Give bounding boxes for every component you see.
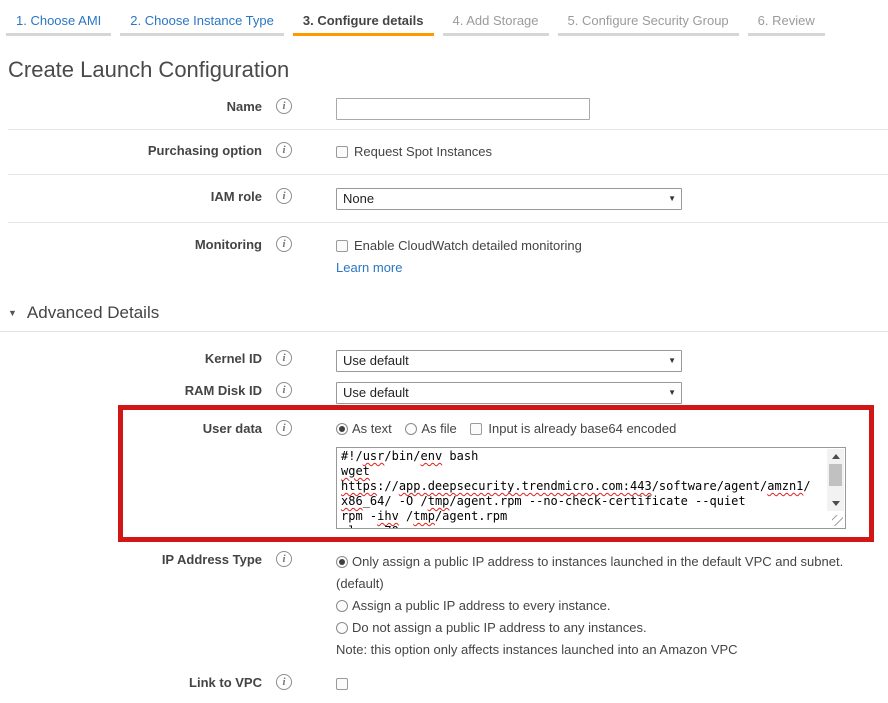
info-icon[interactable] xyxy=(276,382,292,398)
info-icon[interactable] xyxy=(276,142,292,158)
wizard-tabs: 1. Choose AMI 2. Choose Instance Type 3.… xyxy=(0,0,888,36)
as-file-radio[interactable] xyxy=(405,423,417,435)
row-user-data: User data As text As file Input is alrea… xyxy=(0,408,888,543)
scrollbar-thumb[interactable] xyxy=(829,464,842,486)
tab-configure-security-group[interactable]: 5. Configure Security Group xyxy=(558,11,739,36)
advanced-details-header[interactable]: Advanced Details xyxy=(0,303,888,332)
row-monitoring: Monitoring Enable CloudWatch detailed mo… xyxy=(0,223,888,278)
name-label: Name xyxy=(8,96,262,114)
purchasing-option-label: Purchasing option xyxy=(8,140,262,158)
ip-default-vpc-radio[interactable] xyxy=(336,556,348,568)
tab-configure-details[interactable]: 3. Configure details xyxy=(293,11,434,36)
scroll-up-icon[interactable] xyxy=(832,454,840,459)
ip-address-type-note: Note: this option only affects instances… xyxy=(336,639,850,661)
request-spot-instances-checkbox[interactable] xyxy=(336,146,348,158)
link-to-vpc-checkbox[interactable] xyxy=(336,678,348,690)
info-icon[interactable] xyxy=(276,551,292,567)
info-icon[interactable] xyxy=(276,188,292,204)
ip-every-instance-radio[interactable] xyxy=(336,600,348,612)
ip-every-instance-label: Assign a public IP address to every inst… xyxy=(352,598,610,613)
user-data-label: User data xyxy=(0,418,262,436)
learn-more-link[interactable]: Learn more xyxy=(336,258,402,278)
ip-no-instances-radio[interactable] xyxy=(336,622,348,634)
collapse-triangle-icon xyxy=(8,308,17,318)
iam-role-selected-value: None xyxy=(343,189,374,209)
info-icon[interactable] xyxy=(276,98,292,114)
row-name: Name xyxy=(8,89,888,130)
ip-default-vpc-label: Only assign a public IP address to insta… xyxy=(336,554,843,591)
kernel-id-label: Kernel ID xyxy=(0,348,262,366)
base64-encoded-label: Input is already base64 encoded xyxy=(488,421,676,436)
info-icon[interactable] xyxy=(276,236,292,252)
tab-choose-ami[interactable]: 1. Choose AMI xyxy=(6,11,111,36)
ip-address-type-label: IP Address Type xyxy=(0,549,262,567)
ram-disk-id-selected-value: Use default xyxy=(343,383,409,403)
user-data-script: #!/usr/bin/env bashwgethttps://app.deeps… xyxy=(337,448,845,528)
row-ram-disk-id: RAM Disk ID Use default xyxy=(0,376,888,408)
iam-role-label: IAM role xyxy=(8,186,262,204)
enable-cloudwatch-label: Enable CloudWatch detailed monitoring xyxy=(354,238,582,253)
page-title: Create Launch Configuration xyxy=(8,57,888,83)
request-spot-instances-label: Request Spot Instances xyxy=(354,144,492,159)
ram-disk-id-select[interactable]: Use default xyxy=(336,382,682,404)
chevron-down-icon xyxy=(668,351,676,371)
row-iam-role: IAM role None xyxy=(8,175,888,223)
as-text-radio[interactable] xyxy=(336,423,348,435)
chevron-down-icon xyxy=(668,189,676,209)
monitoring-label: Monitoring xyxy=(0,234,262,252)
info-icon[interactable] xyxy=(276,420,292,436)
link-to-vpc-label: Link to VPC xyxy=(0,672,262,690)
scroll-down-icon[interactable] xyxy=(832,501,840,506)
kernel-id-selected-value: Use default xyxy=(343,351,409,371)
advanced-details-title: Advanced Details xyxy=(27,303,159,323)
base64-encoded-checkbox[interactable] xyxy=(470,423,482,435)
ip-no-instances-label: Do not assign a public IP address to any… xyxy=(352,620,647,635)
row-ip-address-type: IP Address Type Only assign a public IP … xyxy=(0,543,888,663)
as-text-label: As text xyxy=(352,421,392,436)
textarea-scrollbar[interactable] xyxy=(827,449,844,511)
tab-choose-instance-type[interactable]: 2. Choose Instance Type xyxy=(120,11,284,36)
row-kernel-id: Kernel ID Use default xyxy=(0,344,888,376)
row-purchasing-option: Purchasing option Request Spot Instances xyxy=(8,130,888,175)
create-launch-configuration-page: 1. Choose AMI 2. Choose Instance Type 3.… xyxy=(0,0,888,673)
row-link-to-vpc: Link to VPC xyxy=(0,663,888,703)
user-data-textarea[interactable]: #!/usr/bin/env bashwgethttps://app.deeps… xyxy=(336,447,846,529)
tab-add-storage[interactable]: 4. Add Storage xyxy=(443,11,549,36)
iam-role-select[interactable]: None xyxy=(336,188,682,210)
name-input[interactable] xyxy=(336,98,590,120)
tab-review[interactable]: 6. Review xyxy=(748,11,825,36)
ram-disk-id-label: RAM Disk ID xyxy=(0,380,262,398)
enable-cloudwatch-checkbox[interactable] xyxy=(336,240,348,252)
info-icon[interactable] xyxy=(276,674,292,690)
kernel-id-select[interactable]: Use default xyxy=(336,350,682,372)
info-icon[interactable] xyxy=(276,350,292,366)
chevron-down-icon xyxy=(668,383,676,403)
resize-grip-icon[interactable] xyxy=(832,515,843,526)
as-file-label: As file xyxy=(421,421,456,436)
